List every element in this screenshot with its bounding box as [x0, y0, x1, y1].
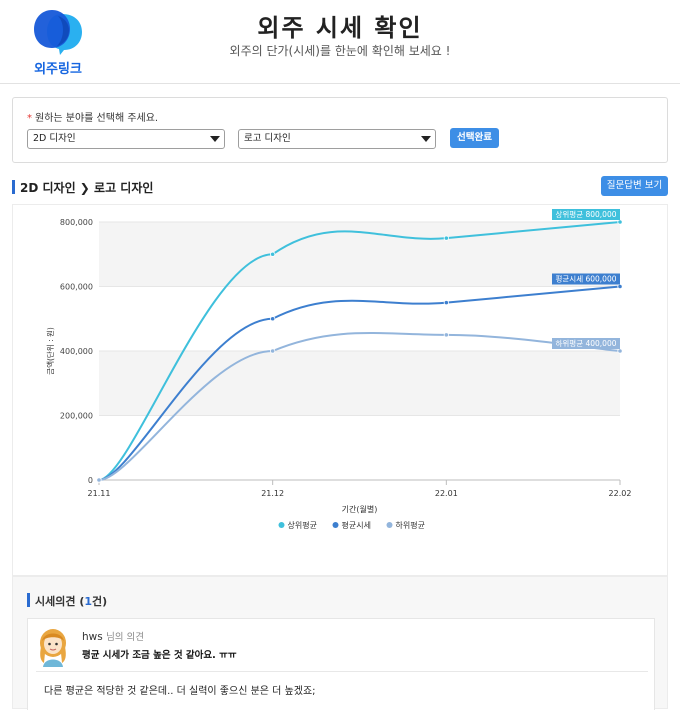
dropdown-arrow-icon — [421, 136, 431, 142]
opinion-title: 시세의견 (1건) — [35, 595, 108, 608]
legend-marker — [278, 522, 285, 528]
y-tick-label: 0 — [88, 476, 93, 485]
opinion-count: 1 — [84, 595, 92, 608]
data-point — [443, 300, 449, 306]
series-end-label: 하위평균 400,000 — [556, 338, 617, 348]
opinion-author-suffix: 님의 의견 — [106, 632, 145, 643]
y-tick-label: 600,000 — [60, 283, 93, 292]
x-tick-label: 22.01 — [435, 489, 458, 498]
site-logo[interactable]: 외주링크 — [28, 6, 88, 77]
breadcrumb: 2D 디자인 ❯ 로고 디자인 — [20, 179, 153, 196]
y-tick-label: 200,000 — [60, 412, 93, 421]
legend-marker — [386, 522, 393, 528]
data-point — [270, 251, 276, 257]
subcategory-select[interactable]: 로고 디자인 — [238, 129, 436, 149]
series-end-label: 상위평균 800,000 — [556, 209, 617, 219]
series-end-label: 평균시세 600,000 — [556, 274, 617, 284]
data-point — [270, 348, 276, 354]
price-chart: 0 200,000 400,000 600,000 800,000 21.11 21.12 2… — [12, 204, 668, 576]
logo-text: 외주링크 — [34, 62, 82, 77]
x-tick-label: 21.12 — [261, 489, 284, 498]
y-axis-label: 금액(단위 : 원) — [45, 327, 55, 375]
section-accent-bar — [12, 180, 15, 194]
x-axis-label: 기간(월별) — [342, 504, 378, 514]
section-accent-bar — [27, 593, 30, 607]
select-prompt: * 원하는 분야를 선택해 주세요. — [27, 109, 158, 124]
legend-label: 하위평균 — [396, 520, 425, 530]
data-point — [617, 219, 623, 225]
data-point — [617, 283, 623, 290]
dropdown-arrow-icon — [210, 136, 220, 142]
opinion-card: hws 님의 의견 평균 시세가 조금 높은 것 같아요. ㅠㅠ 다른 평균은 … — [27, 618, 655, 710]
opinion-author: hws 님의 의견 — [82, 629, 144, 643]
page-title: 외주 시세 확인 — [257, 14, 423, 42]
category-select-value: 2D 디자인 — [33, 133, 76, 144]
opinion-section: 시세의견 (1건) hws 님의 의견 평균 시세가 조금 높은 것 같아요. … — [12, 576, 668, 710]
qa-view-button[interactable]: 질문답변 보기 — [601, 176, 668, 196]
legend-marker — [332, 522, 339, 528]
page-subtitle: 외주의 단가(시세)를 한눈에 확인해 보세요 ! — [229, 44, 451, 58]
x-tick-label: 21.11 — [88, 489, 111, 498]
breadcrumb-separator-icon: ❯ — [79, 181, 90, 195]
opinion-body: 다른 평균은 적당한 것 같은데.. 더 실력이 좋으신 분은 더 높겠죠; — [44, 686, 316, 697]
required-mark: * — [27, 113, 32, 124]
legend-label: 상위평균 — [288, 520, 317, 530]
site-header: 외주링크 외주 시세 확인 외주의 단가(시세)를 한눈에 확인해 보세요 ! — [0, 0, 680, 84]
data-point — [96, 477, 102, 483]
legend-label: 평균시세 — [342, 520, 371, 530]
divider — [36, 671, 648, 672]
price-line-chart: 0 200,000 400,000 600,000 800,000 21.11 21.12 2… — [45, 209, 632, 530]
confirm-selection-button[interactable]: 선택완료 — [450, 128, 499, 148]
select-prompt-text: 원하는 분야를 선택해 주세요. — [35, 113, 159, 124]
user-avatar — [40, 629, 66, 667]
breadcrumb-subcategory: 로고 디자인 — [94, 181, 154, 195]
y-tick-label: 400,000 — [60, 347, 93, 356]
category-select-panel: * 원하는 분야를 선택해 주세요. 2D 디자인 로고 디자인 선택완료 — [12, 97, 668, 163]
y-tick-label: 800,000 — [60, 218, 93, 227]
breadcrumb-category: 2D 디자인 — [20, 181, 76, 195]
opinion-title-text: 시세의견 — [35, 595, 76, 608]
opinion-count-suffix: 건 — [92, 595, 103, 608]
data-point — [443, 235, 449, 241]
opinion-author-name: hws — [82, 631, 103, 643]
data-point — [443, 332, 449, 338]
data-point — [617, 348, 623, 354]
logo-speech-bubbles-icon — [34, 10, 82, 55]
x-tick-label: 22.02 — [609, 489, 632, 498]
subcategory-select-value: 로고 디자인 — [244, 133, 291, 144]
data-point — [270, 316, 276, 322]
category-select[interactable]: 2D 디자인 — [27, 129, 225, 149]
chart-section-header: 2D 디자인 ❯ 로고 디자인 질문답변 보기 — [12, 176, 668, 199]
opinion-summary: 평균 시세가 조금 높은 것 같아요. ㅠㅠ — [82, 650, 237, 661]
